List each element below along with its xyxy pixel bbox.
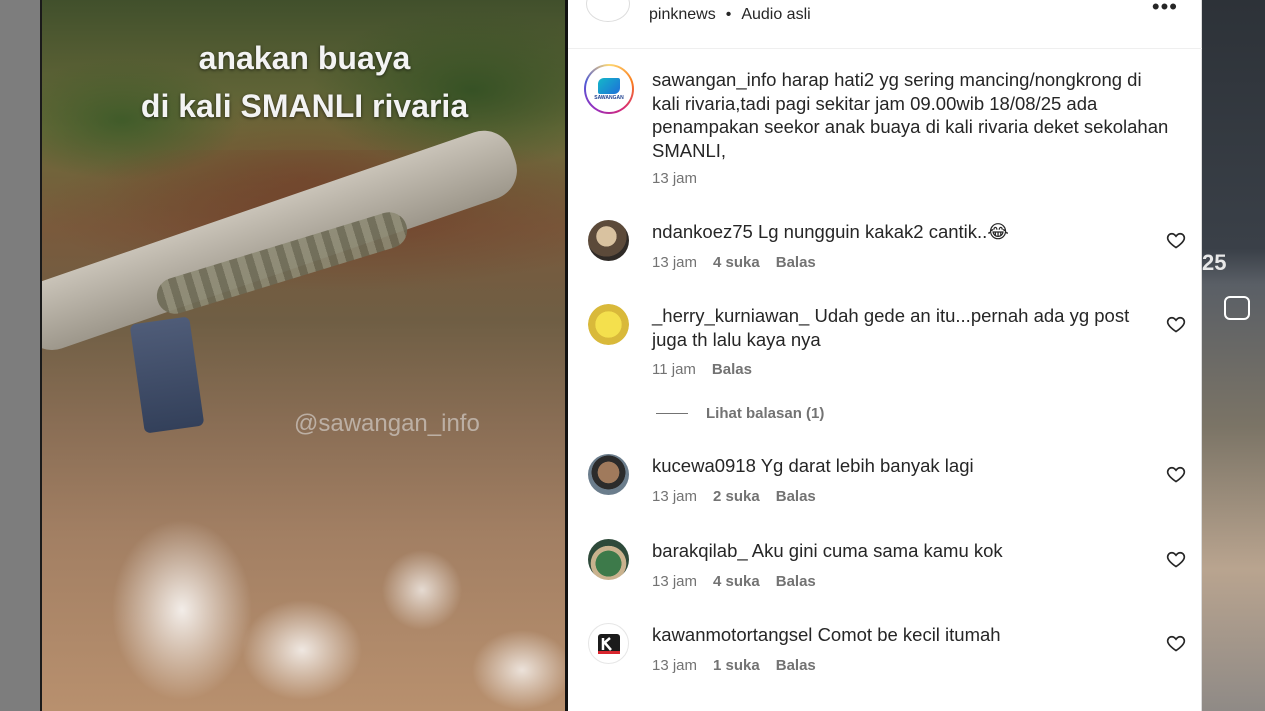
reels-icon <box>1224 296 1250 320</box>
comment-body: Yg darat lebih banyak lagi <box>760 455 974 476</box>
comment-likes[interactable]: 2 suka <box>713 488 760 505</box>
comment-body: Aku gini cuma sama kamu kok <box>751 540 1003 561</box>
comment-avatar[interactable] <box>588 220 629 261</box>
left-gutter <box>0 0 40 711</box>
video-cloth <box>129 316 205 434</box>
comment-text: _herry_kurniawan_ Udah gede an itu...per… <box>652 304 1132 351</box>
author-username[interactable]: sawangan_info <box>652 69 776 90</box>
heart-icon[interactable] <box>1166 633 1186 653</box>
comment-meta: 13 jam 4 suka Balas <box>652 254 816 271</box>
comment-body: Lg nungguin kakak2 cantik..😂 <box>757 221 1009 242</box>
comment-username[interactable]: kawanmotortangsel <box>652 624 812 645</box>
view-replies-label: Lihat balasan (1) <box>706 405 825 422</box>
comment-username[interactable]: kucewa0918 <box>652 455 756 476</box>
comment-avatar[interactable] <box>588 454 629 495</box>
comment-meta: 13 jam 2 suka Balas <box>652 488 816 505</box>
audio-link[interactable]: Audio asli <box>741 6 810 24</box>
comment-time: 13 jam <box>652 573 698 590</box>
header-subline: pinknews • Audio asli <box>649 6 811 24</box>
comment-time: 11 jam <box>652 361 696 378</box>
comment-time: 13 jam <box>652 657 698 674</box>
video-caption-line1: anakan buaya <box>198 40 411 76</box>
more-icon[interactable]: ••• <box>1152 0 1178 20</box>
comment-avatar[interactable] <box>588 539 629 580</box>
heart-icon[interactable] <box>1166 314 1186 334</box>
comment-likes[interactable]: 4 suka <box>713 573 760 590</box>
comment-time: 13 jam <box>652 488 698 505</box>
view-replies-button[interactable]: Lihat balasan (1) <box>656 405 824 422</box>
comment-meta: 13 jam 1 suka Balas <box>652 657 816 674</box>
comment-avatar[interactable] <box>588 304 629 345</box>
reply-button[interactable]: Balas <box>712 361 752 378</box>
reply-button[interactable]: Balas <box>776 657 816 674</box>
comment-username[interactable]: ndankoez75 <box>652 221 753 242</box>
sawangan-logo-icon <box>598 77 620 94</box>
kawanmotor-logo-icon <box>597 633 620 654</box>
preview-number: 25 <box>1202 250 1227 275</box>
reply-button[interactable]: Balas <box>776 488 816 505</box>
comment-time: 13 jam <box>652 254 698 271</box>
comment-username[interactable]: barakqilab_ <box>652 540 748 561</box>
video-watermark: @sawangan_info <box>294 410 480 437</box>
caption-text: sawangan_info harap hati2 yg sering manc… <box>652 68 1172 162</box>
comment-body: Comot be kecil itumah <box>817 624 1001 645</box>
reply-button[interactable]: Balas <box>776 254 816 271</box>
heart-icon[interactable] <box>1166 230 1186 250</box>
caption-time: 13 jam <box>652 170 698 187</box>
heart-icon[interactable] <box>1166 464 1186 484</box>
comments-panel: pinknews • Audio asli ••• SAWANGAN sawan… <box>568 0 1202 711</box>
credit-link[interactable]: pinknews <box>649 6 716 24</box>
comment-likes[interactable]: 1 suka <box>713 657 760 674</box>
video-water-reflection <box>42 520 565 711</box>
comment-text: barakqilab_ Aku gini cuma sama kamu kok <box>652 539 1132 563</box>
author-avatar[interactable]: SAWANGAN <box>584 64 634 114</box>
logo-lettering: SAWANGAN <box>594 94 624 101</box>
reel-video[interactable]: anakan buaya di kali SMANLI rivaria @saw… <box>40 0 565 711</box>
comment-username[interactable]: _herry_kurniawan_ <box>652 305 809 326</box>
comment-text: kucewa0918 Yg darat lebih banyak lagi <box>652 454 1132 478</box>
video-caption-line2: di kali SMANLI rivaria <box>140 88 469 124</box>
next-reel-preview[interactable]: 25 <box>1202 0 1265 711</box>
post-header: pinknews • Audio asli ••• <box>568 0 1202 49</box>
view-replies-line <box>656 413 688 414</box>
reply-button[interactable]: Balas <box>776 573 816 590</box>
comment-avatar[interactable] <box>588 623 629 664</box>
header-avatar[interactable] <box>586 0 630 22</box>
comment-meta: 11 jam Balas <box>652 361 752 378</box>
separator-dot: • <box>725 6 732 23</box>
heart-icon[interactable] <box>1166 549 1186 569</box>
comment-meta: 13 jam 4 suka Balas <box>652 573 816 590</box>
comment-text: kawanmotortangsel Comot be kecil itumah <box>652 623 1132 647</box>
comment-text: ndankoez75 Lg nungguin kakak2 cantik..😂 <box>652 220 1132 244</box>
comment-likes[interactable]: 4 suka <box>713 254 760 271</box>
